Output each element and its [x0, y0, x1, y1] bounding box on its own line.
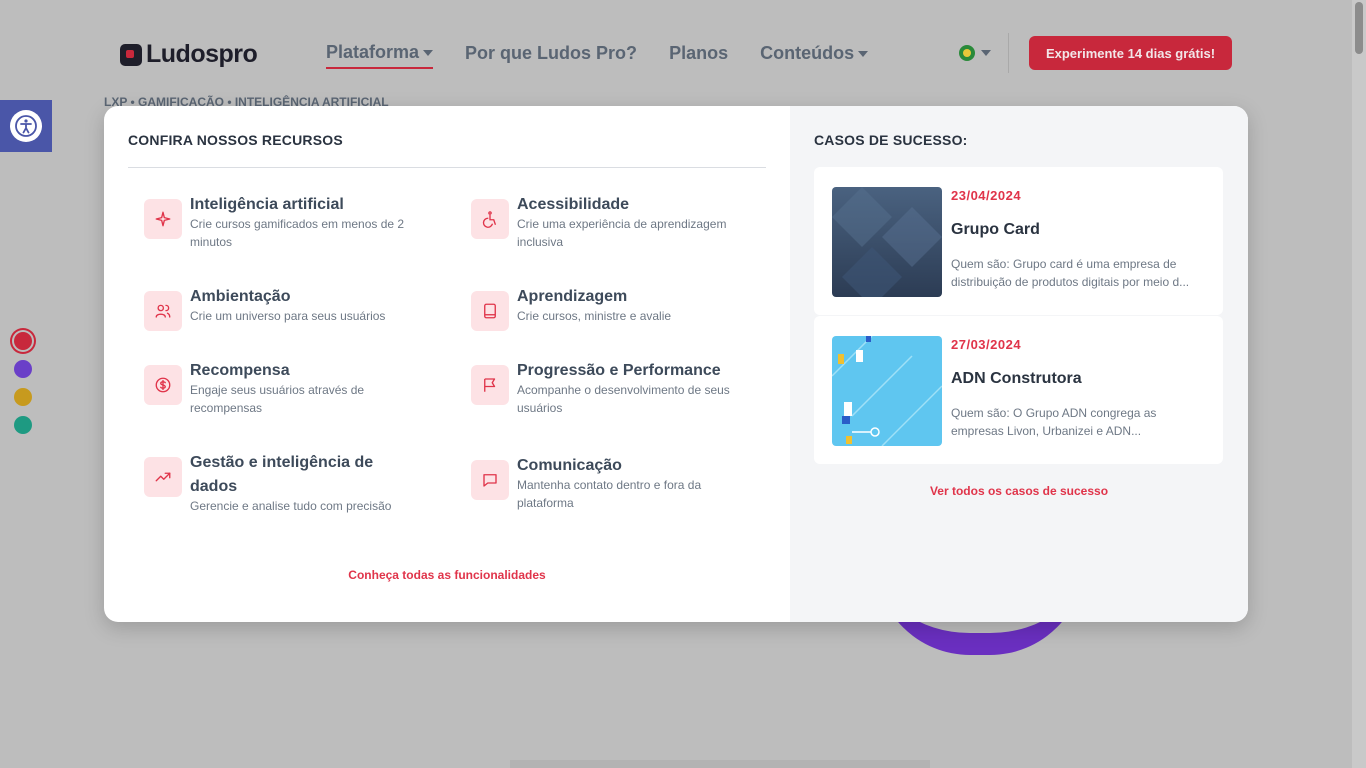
resource-gestao-dados[interactable]: Gestão e inteligência de dados Gerencie …: [144, 451, 414, 515]
page-scrollbar[interactable]: [1352, 0, 1366, 768]
all-cases-link[interactable]: Ver todos os casos de sucesso: [930, 484, 1108, 498]
chevron-down-icon: [858, 50, 869, 57]
resource-text: Gestão e inteligência de dados Gerencie …: [190, 451, 414, 515]
resource-comunicacao[interactable]: Comunicação Mantenha contato dentro e fo…: [471, 454, 761, 512]
dollar-icon: [144, 365, 182, 405]
wheelchair-icon: [471, 199, 509, 239]
resource-text: Progressão e Performance Acompanhe o des…: [517, 359, 761, 417]
chevron-down-icon: [981, 50, 991, 56]
resource-desc: Engaje seus usuários através de recompen…: [190, 383, 365, 415]
resource-text: Aprendizagem Crie cursos, ministre e ava…: [517, 285, 671, 331]
case-card[interactable]: 23/04/2024 Grupo Card Quem são: Grupo ca…: [814, 167, 1223, 315]
nav-planos[interactable]: Planos: [669, 42, 728, 69]
ludospro-logo[interactable]: Ludospro: [120, 40, 258, 69]
logo-mark-icon: [120, 43, 142, 66]
case-desc: Quem são: O Grupo ADN congrega as empres…: [951, 406, 1157, 438]
resource-desc: Crie uma experiência de aprendizagem inc…: [517, 217, 727, 249]
resource-title: Progressão e Performance: [517, 362, 721, 379]
resource-desc: Crie um universo para seus usuários: [190, 309, 386, 323]
resource-text: Inteligência artificial Crie cursos gami…: [190, 193, 434, 251]
resource-text: Comunicação Mantenha contato dentro e fo…: [517, 454, 761, 512]
case-name: ADN Construtora: [951, 370, 1082, 387]
users-icon: [144, 291, 182, 331]
nav-plataforma[interactable]: Plataforma: [326, 42, 434, 69]
chevron-down-icon: [423, 49, 434, 56]
theme-color-picker: [14, 332, 32, 434]
all-features-link[interactable]: Conheça todas as funcionalidades: [348, 568, 545, 582]
nav-por-que-ludos[interactable]: Por que Ludos Pro?: [465, 42, 637, 69]
resources-divider: [128, 167, 766, 168]
theme-dot-gold[interactable]: [14, 388, 32, 406]
resource-inteligencia-artificial[interactable]: Inteligência artificial Crie cursos gami…: [144, 193, 434, 251]
theme-dot-teal[interactable]: [14, 416, 32, 434]
accessibility-button[interactable]: [0, 100, 52, 152]
nav-plataforma-label: Plataforma: [326, 42, 420, 62]
case-desc: Quem são: Grupo card é uma empresa de di…: [951, 257, 1190, 289]
theme-dot-purple[interactable]: [14, 360, 32, 378]
resource-desc: Acompanhe o desenvolvimento de seus usuá…: [517, 383, 730, 415]
resources-title: CONFIRA NOSSOS RECURSOS: [128, 132, 343, 148]
resource-desc: Gerencie e analise tudo com precisão: [190, 499, 392, 513]
resource-text: Recompensa Engaje seus usuários através …: [190, 359, 434, 417]
case-name: Grupo Card: [951, 221, 1040, 238]
scrollbar-thumb[interactable]: [1355, 2, 1363, 54]
book-icon: [471, 291, 509, 331]
nav-conteudos[interactable]: Conteúdos: [760, 42, 869, 69]
resource-text: Ambientação Crie um universo para seus u…: [190, 285, 385, 331]
success-cases-section: CASOS DE SUCESSO: 23/04/2024 Grupo Card …: [790, 106, 1248, 622]
brazil-flag-icon: [959, 45, 975, 61]
accessibility-icon: [10, 110, 42, 142]
resource-recompensa[interactable]: Recompensa Engaje seus usuários através …: [144, 359, 434, 417]
header-divider: [1008, 33, 1009, 73]
resource-title: Recompensa: [190, 362, 290, 379]
nav-conteudos-label: Conteúdos: [760, 43, 855, 63]
theme-dot-red[interactable]: [14, 332, 32, 350]
resource-progressao-performance[interactable]: Progressão e Performance Acompanhe o des…: [471, 359, 761, 417]
resource-acessibilidade[interactable]: Acessibilidade Crie uma experiência de a…: [471, 193, 761, 251]
nav-planos-label: Planos: [669, 43, 729, 63]
resource-desc: Crie cursos, ministre e avalie: [517, 309, 672, 323]
flag-icon: [471, 365, 509, 405]
logo-text: Ludospro: [146, 40, 258, 68]
trending-up-icon: [144, 457, 182, 497]
resource-title: Inteligência artificial: [190, 196, 344, 213]
resources-section: CONFIRA NOSSOS RECURSOS Inteligência art…: [104, 106, 790, 622]
nav-por-que-ludos-label: Por que Ludos Pro?: [465, 43, 638, 63]
all-features-link-wrap: Conheça todas as funcionalidades: [104, 566, 790, 584]
resource-aprendizagem[interactable]: Aprendizagem Crie cursos, ministre e ava…: [471, 285, 761, 331]
all-cases-link-wrap: Ver todos os casos de sucesso: [790, 482, 1248, 500]
resource-title: Acessibilidade: [517, 196, 630, 213]
case-card[interactable]: 27/03/2024 ADN Construtora Quem são: O G…: [814, 316, 1223, 464]
case-thumbnail-grupo-card: [832, 187, 942, 297]
resource-desc: Mantenha contato dentro e fora da plataf…: [517, 478, 702, 510]
resource-text: Acessibilidade Crie uma experiência de a…: [517, 193, 761, 251]
message-icon: [471, 460, 509, 500]
case-text: 23/04/2024 Grupo Card Quem são: Grupo ca…: [951, 187, 1203, 295]
resource-title: Gestão e inteligência de dados: [190, 454, 374, 495]
case-text: 27/03/2024 ADN Construtora Quem são: O G…: [951, 336, 1203, 444]
case-date: 23/04/2024: [951, 188, 1022, 203]
free-trial-button[interactable]: Experimente 14 dias grátis!: [1029, 36, 1232, 70]
background-heading-fragment: [510, 760, 930, 768]
resource-ambientacao[interactable]: Ambientação Crie um universo para seus u…: [144, 285, 434, 331]
case-date: 27/03/2024: [951, 337, 1022, 352]
language-selector[interactable]: [959, 45, 991, 61]
sparkles-icon: [144, 199, 182, 239]
resource-title: Comunicação: [517, 457, 622, 474]
cases-title: CASOS DE SUCESSO:: [814, 132, 968, 148]
resource-title: Ambientação: [190, 288, 291, 305]
main-nav: Plataforma Por que Ludos Pro? Planos Con…: [326, 42, 869, 69]
resource-title: Aprendizagem: [517, 288, 628, 305]
plataforma-mega-menu: CONFIRA NOSSOS RECURSOS Inteligência art…: [104, 106, 1248, 622]
case-thumbnail-adn-construtora: [832, 336, 942, 446]
resource-desc: Crie cursos gamificados em menos de 2 mi…: [190, 217, 405, 249]
